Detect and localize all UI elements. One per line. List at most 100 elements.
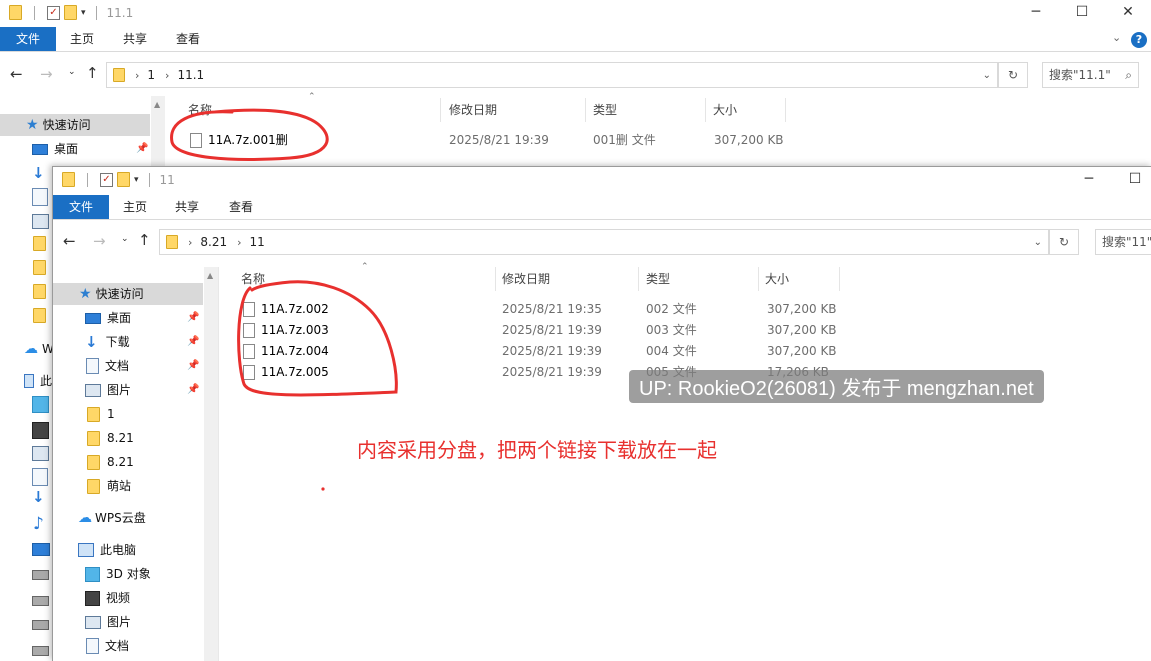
column-header-size[interactable]: 大小 bbox=[765, 267, 840, 291]
pictures-icon bbox=[85, 383, 101, 397]
tab-share[interactable]: 共享 bbox=[115, 27, 155, 51]
minimize-button[interactable]: ─ bbox=[1013, 0, 1059, 26]
back-arrow-icon[interactable]: ← bbox=[10, 65, 23, 83]
scroll-up-icon[interactable]: ▲ bbox=[207, 271, 213, 280]
forward-arrow-icon[interactable]: → bbox=[40, 65, 53, 83]
refresh-button[interactable]: ↻ bbox=[1049, 229, 1079, 255]
nav-scrollbar[interactable]: ▲ bbox=[204, 267, 218, 661]
forward-arrow-icon[interactable]: → bbox=[93, 232, 106, 250]
breadcrumb-item[interactable]: 11 bbox=[250, 235, 265, 249]
folder-icon[interactable] bbox=[62, 172, 75, 187]
pane-divider bbox=[218, 267, 219, 661]
nav-item-this-pc[interactable]: 此电脑 bbox=[53, 539, 203, 561]
breadcrumb-item[interactable]: 1 bbox=[147, 68, 155, 82]
download-icon: ↓ bbox=[32, 488, 45, 506]
folder-icon[interactable] bbox=[9, 5, 22, 20]
file-name-cell: 11A.7z.003 bbox=[243, 320, 329, 341]
scroll-up-icon[interactable]: ▲ bbox=[154, 100, 160, 109]
chevron-right-icon[interactable]: › bbox=[237, 236, 241, 249]
column-header-modified[interactable]: 修改日期 bbox=[502, 267, 639, 291]
search-input[interactable]: 搜索"11" bbox=[1095, 229, 1151, 255]
pc-icon bbox=[24, 374, 34, 388]
up-arrow-icon[interactable]: ↑ bbox=[86, 64, 99, 82]
column-header-name[interactable]: 名称 bbox=[188, 98, 441, 122]
pin-icon[interactable]: 📌 bbox=[187, 331, 199, 353]
nav-item-quick-access[interactable]: ★ 快速访问 bbox=[0, 114, 150, 136]
nav-item-documents[interactable]: 文档 bbox=[53, 635, 203, 657]
nav-item-videos[interactable]: 视频 bbox=[53, 587, 203, 609]
up-arrow-icon[interactable]: ↑ bbox=[138, 231, 151, 249]
nav-label: 快速访问 bbox=[42, 118, 91, 132]
nav-item-folder-8-21[interactable]: 8.21 bbox=[53, 427, 203, 449]
column-header-modified[interactable]: 修改日期 bbox=[449, 98, 586, 122]
file-name-cell: 11A.7z.005 bbox=[243, 362, 329, 383]
address-bar[interactable]: › 1 › 11.1 ⌄ bbox=[106, 62, 998, 88]
tab-share[interactable]: 共享 bbox=[167, 195, 207, 219]
column-header-type[interactable]: 类型 bbox=[646, 267, 759, 291]
nav-item-folder-mengzhan[interactable]: 萌站 bbox=[53, 475, 203, 497]
drive-icon bbox=[32, 646, 49, 656]
ribbon-expand-icon[interactable]: ⌄ bbox=[1112, 31, 1121, 44]
recent-locations-icon[interactable]: ⌄ bbox=[68, 67, 76, 77]
nav-item-wps-cloud[interactable]: ☁ W bbox=[0, 338, 54, 360]
back-arrow-icon[interactable]: ← bbox=[63, 232, 76, 250]
tab-file[interactable]: 文件 bbox=[53, 195, 109, 219]
pin-icon[interactable]: 📌 bbox=[187, 355, 199, 377]
pictures-icon bbox=[85, 615, 101, 629]
nav-item-documents[interactable]: 文档 📌 bbox=[53, 355, 203, 377]
file-row[interactable]: 11A.7z.002 2025/8/21 19:35 002 文件 307,20… bbox=[243, 299, 943, 320]
desktop-icon bbox=[32, 543, 50, 556]
new-folder-icon[interactable] bbox=[117, 172, 130, 187]
nav-item-desktop[interactable]: 桌面 📌 bbox=[0, 138, 150, 160]
file-row[interactable]: 11A.7z.003 2025/8/21 19:39 003 文件 307,20… bbox=[243, 320, 943, 341]
breadcrumb-item[interactable]: 11.1 bbox=[177, 68, 204, 82]
address-bar[interactable]: › 8.21 › 11 ⌄ bbox=[159, 229, 1049, 255]
tab-file[interactable]: 文件 bbox=[0, 27, 56, 51]
document-icon bbox=[86, 638, 99, 654]
nav-item-desktop[interactable]: 桌面 📌 bbox=[53, 307, 203, 329]
customize-dropdown-icon[interactable]: ▾ bbox=[134, 175, 139, 185]
nav-item-folder-1[interactable]: 1 bbox=[53, 403, 203, 425]
pin-icon[interactable]: 📌 bbox=[187, 307, 199, 329]
help-icon[interactable]: ? bbox=[1131, 32, 1147, 48]
recent-locations-icon[interactable]: ⌄ bbox=[121, 234, 129, 244]
maximize-button[interactable]: ☐ bbox=[1112, 167, 1151, 193]
maximize-button[interactable]: ☐ bbox=[1059, 0, 1105, 26]
close-button[interactable]: ✕ bbox=[1105, 0, 1151, 26]
address-dropdown-icon[interactable]: ⌄ bbox=[1034, 237, 1042, 248]
nav-item-3d-objects[interactable]: 3D 对象 bbox=[53, 563, 203, 585]
file-row[interactable]: 11A.7z.004 2025/8/21 19:39 004 文件 307,20… bbox=[243, 341, 943, 362]
nav-item-pictures[interactable]: 图片 bbox=[53, 611, 203, 633]
tab-view[interactable]: 查看 bbox=[221, 195, 261, 219]
pin-icon[interactable]: 📌 bbox=[187, 379, 199, 401]
pin-icon[interactable]: 📌 bbox=[136, 138, 148, 160]
nav-label: 图片 bbox=[107, 383, 132, 397]
minimize-button[interactable]: ─ bbox=[1066, 167, 1112, 193]
annotation-text: 内容采用分盘，把两个链接下载放在一起 bbox=[357, 438, 717, 462]
properties-icon[interactable]: ✓ bbox=[47, 5, 60, 20]
breadcrumb-item[interactable]: 8.21 bbox=[200, 235, 227, 249]
address-dropdown-icon[interactable]: ⌄ bbox=[983, 70, 991, 81]
search-input[interactable]: 搜索"11.1" ⌕ bbox=[1042, 62, 1139, 88]
nav-item-folder-8-21[interactable]: 8.21 bbox=[53, 451, 203, 473]
nav-item-quick-access[interactable]: ★ 快速访问 bbox=[53, 283, 203, 305]
tab-view[interactable]: 查看 bbox=[168, 27, 208, 51]
tab-home[interactable]: 主页 bbox=[115, 195, 155, 219]
nav-item-this-pc[interactable]: 此 bbox=[0, 370, 52, 392]
tab-home[interactable]: 主页 bbox=[62, 27, 102, 51]
column-header-type[interactable]: 类型 bbox=[593, 98, 706, 122]
refresh-button[interactable]: ↻ bbox=[998, 62, 1028, 88]
nav-scrollbar[interactable]: ▲ bbox=[151, 96, 165, 166]
nav-item-pictures[interactable]: 图片 📌 bbox=[53, 379, 203, 401]
properties-icon[interactable]: ✓ bbox=[100, 172, 113, 187]
column-header-size[interactable]: 大小 bbox=[713, 98, 786, 122]
chevron-right-icon[interactable]: › bbox=[165, 69, 169, 82]
new-folder-icon[interactable] bbox=[64, 5, 77, 20]
nav-item-downloads[interactable]: ↓ 下载 📌 bbox=[53, 331, 203, 353]
nav-item-wps-cloud[interactable]: ☁ WPS云盘 bbox=[53, 507, 203, 529]
chevron-right-icon[interactable]: › bbox=[135, 69, 139, 82]
chevron-right-icon[interactable]: › bbox=[188, 236, 192, 249]
file-row[interactable]: 11A.7z.001删 2025/8/21 19:39 001删 文件 307,… bbox=[188, 130, 888, 151]
column-header-name[interactable]: 名称 bbox=[241, 267, 496, 291]
customize-dropdown-icon[interactable]: ▾ bbox=[81, 8, 86, 18]
